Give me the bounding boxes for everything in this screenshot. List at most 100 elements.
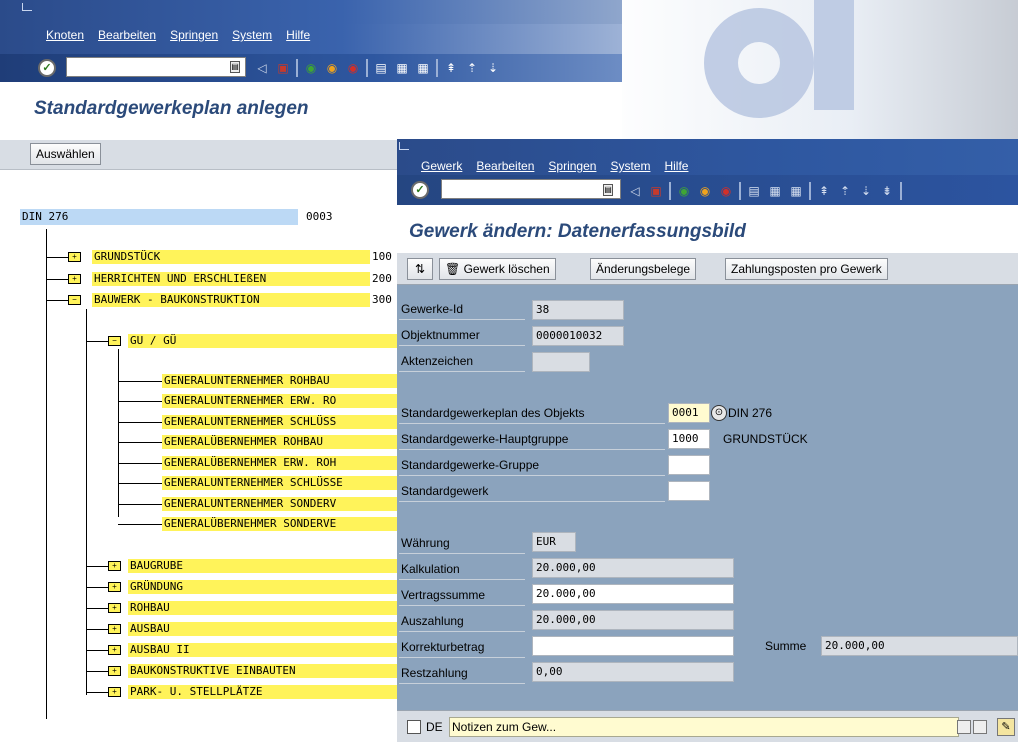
tree-leaf[interactable]: GENERALUNTERNEHMER ERW. RO: [162, 394, 398, 408]
tree-node-grundstueck[interactable]: GRUNDSTÜCK: [92, 250, 370, 264]
print-icon[interactable]: ▤: [373, 60, 389, 76]
cancel-icon[interactable]: ◉: [345, 60, 361, 76]
print-icon[interactable]: ▤: [746, 183, 762, 199]
tree-connector: [46, 229, 47, 719]
command-history-icon[interactable]: ▤: [230, 61, 240, 73]
command-field[interactable]: [441, 179, 621, 199]
change-documents-button[interactable]: Änderungsbelege: [590, 258, 697, 280]
gruppe-field[interactable]: [668, 455, 710, 475]
tree-node-gruendung[interactable]: GRÜNDUNG: [128, 580, 398, 594]
tree-node-rohbau[interactable]: ROHBAU: [128, 601, 398, 615]
command-history-icon[interactable]: ▤: [603, 184, 613, 196]
folder-expand-icon[interactable]: +: [108, 666, 121, 676]
green-back-icon[interactable]: ◉: [303, 60, 319, 76]
summe-field: 20.000,00: [821, 636, 1018, 656]
menu-bearbeiten[interactable]: Bearbeiten: [476, 159, 534, 173]
next-page-icon[interactable]: ⇣: [485, 60, 501, 76]
edit-notes-icon[interactable]: ✎: [997, 718, 1015, 736]
tree-leaf[interactable]: GENERALÜBERNEHMER SONDERVE: [162, 517, 398, 531]
notes-toggle-icon[interactable]: [957, 720, 971, 734]
enter-check-icon[interactable]: ✓: [411, 181, 429, 199]
exit-icon[interactable]: ◉: [697, 183, 713, 199]
menu-system[interactable]: System: [232, 28, 272, 42]
plan-field[interactable]: 0001: [668, 403, 710, 423]
toolbar-separator: [296, 59, 298, 77]
folder-expand-icon[interactable]: +: [108, 624, 121, 634]
tree-leaf[interactable]: GENERALÜBERNEHMER ERW. ROH: [162, 456, 398, 470]
korrekturbetrag-field[interactable]: [532, 636, 734, 656]
first-page-icon[interactable]: ⇞: [816, 183, 832, 199]
last-page-icon[interactable]: ⇟: [879, 183, 895, 199]
tree-leaf[interactable]: GENERALUNTERNEHMER SCHLÜSS: [162, 415, 398, 429]
tree-connector: [118, 483, 162, 484]
menu-springen[interactable]: Springen: [170, 28, 218, 42]
select-button[interactable]: Auswählen: [30, 143, 101, 165]
save-icon[interactable]: ▣: [275, 60, 291, 76]
window-menu-icon[interactable]: [399, 142, 409, 150]
menu-gewerk[interactable]: Gewerk: [421, 159, 462, 173]
tree-leaf[interactable]: GENERALUNTERNEHMER SCHLÜSSE: [162, 476, 398, 490]
tree-node-gu-gue[interactable]: GU / GÜ: [128, 334, 398, 348]
green-back-icon[interactable]: ◉: [676, 183, 692, 199]
folder-expand-icon[interactable]: +: [108, 561, 121, 571]
payment-items-button[interactable]: Zahlungsposten pro Gewerk: [725, 258, 888, 280]
save-icon[interactable]: ▣: [648, 183, 664, 199]
find-next-icon[interactable]: ▦: [788, 183, 804, 199]
next-page-icon[interactable]: ⇣: [858, 183, 874, 199]
tree-node-einbauten[interactable]: BAUKONSTRUKTIVE EINBAUTEN: [128, 664, 398, 678]
folder-collapse-icon[interactable]: −: [68, 295, 81, 305]
notes-checkbox[interactable]: [407, 720, 421, 734]
tree-node-ausbau[interactable]: AUSBAU: [128, 622, 398, 636]
tree-node-baugrube[interactable]: BAUGRUBE: [128, 559, 398, 573]
tree-leaf[interactable]: GENERALÜBERNEHMER ROHBAU: [162, 435, 398, 449]
vertragssumme-field[interactable]: 20.000,00: [532, 584, 734, 604]
tree-node-bauwerk[interactable]: BAUWERK - BAUKONSTRUKTION: [92, 293, 370, 307]
menu-bearbeiten[interactable]: Bearbeiten: [98, 28, 156, 42]
enter-check-icon[interactable]: ✓: [38, 59, 56, 77]
tree-leaf[interactable]: GENERALUNTERNEHMER SONDERV: [162, 497, 398, 511]
tree-node-herrichten[interactable]: HERRICHTEN UND ERSCHLIEßEN: [92, 272, 370, 286]
folder-collapse-icon[interactable]: −: [108, 336, 121, 346]
notes-field[interactable]: Notizen zum Gew...: [449, 717, 959, 737]
aktenzeichen-field[interactable]: [532, 352, 590, 372]
cancel-icon[interactable]: ◉: [718, 183, 734, 199]
back-arrow-icon[interactable]: ◁: [627, 183, 643, 199]
search-help-icon[interactable]: ⊙: [711, 405, 727, 421]
window-menu-icon[interactable]: [22, 3, 32, 11]
tree-node-stellplaetze[interactable]: PARK- U. STELLPLÄTZE: [128, 685, 398, 699]
find-next-icon[interactable]: ▦: [415, 60, 431, 76]
delete-gewerk-button[interactable]: 🗑 Gewerk löschen: [439, 258, 556, 280]
display-change-icon[interactable]: ⇅: [407, 258, 433, 280]
menu-springen[interactable]: Springen: [548, 159, 596, 173]
page-title: Gewerk ändern: Datenerfassungsbild: [409, 221, 746, 242]
back-arrow-icon[interactable]: ◁: [254, 60, 270, 76]
label-hauptgruppe: Standardgewerke-Hauptgruppe: [399, 428, 665, 450]
folder-expand-icon[interactable]: +: [108, 687, 121, 697]
notes-expand-icon[interactable]: [973, 720, 987, 734]
prev-page-icon[interactable]: ⇡: [837, 183, 853, 199]
menu-hilfe[interactable]: Hilfe: [664, 159, 688, 173]
folder-expand-icon[interactable]: +: [108, 645, 121, 655]
folder-expand-icon[interactable]: +: [108, 603, 121, 613]
tree-leaf[interactable]: GENERALUNTERNEHMER ROHBAU: [162, 374, 398, 388]
tree-connector: [86, 566, 108, 567]
folder-expand-icon[interactable]: +: [68, 252, 81, 262]
menu-hilfe[interactable]: Hilfe: [286, 28, 310, 42]
standardgewerk-field[interactable]: [668, 481, 710, 501]
exit-icon[interactable]: ◉: [324, 60, 340, 76]
language-label: DE: [426, 720, 443, 734]
find-icon[interactable]: ▦: [767, 183, 783, 199]
hauptgruppe-field[interactable]: 1000: [668, 429, 710, 449]
prev-page-icon[interactable]: ⇡: [464, 60, 480, 76]
find-icon[interactable]: ▦: [394, 60, 410, 76]
folder-expand-icon[interactable]: +: [68, 274, 81, 284]
hauptgruppe-text: GRUNDSTÜCK: [723, 432, 808, 446]
tree-node-ausbau-ii[interactable]: AUSBAU II: [128, 643, 398, 657]
command-field[interactable]: [66, 57, 246, 77]
first-page-icon[interactable]: ⇞: [443, 60, 459, 76]
folder-expand-icon[interactable]: +: [108, 582, 121, 592]
tree-root-label[interactable]: DIN 276: [20, 209, 298, 225]
menu-knoten[interactable]: Knoten: [46, 28, 84, 42]
menu-system[interactable]: System: [610, 159, 650, 173]
toolbar-separator: [366, 59, 368, 77]
